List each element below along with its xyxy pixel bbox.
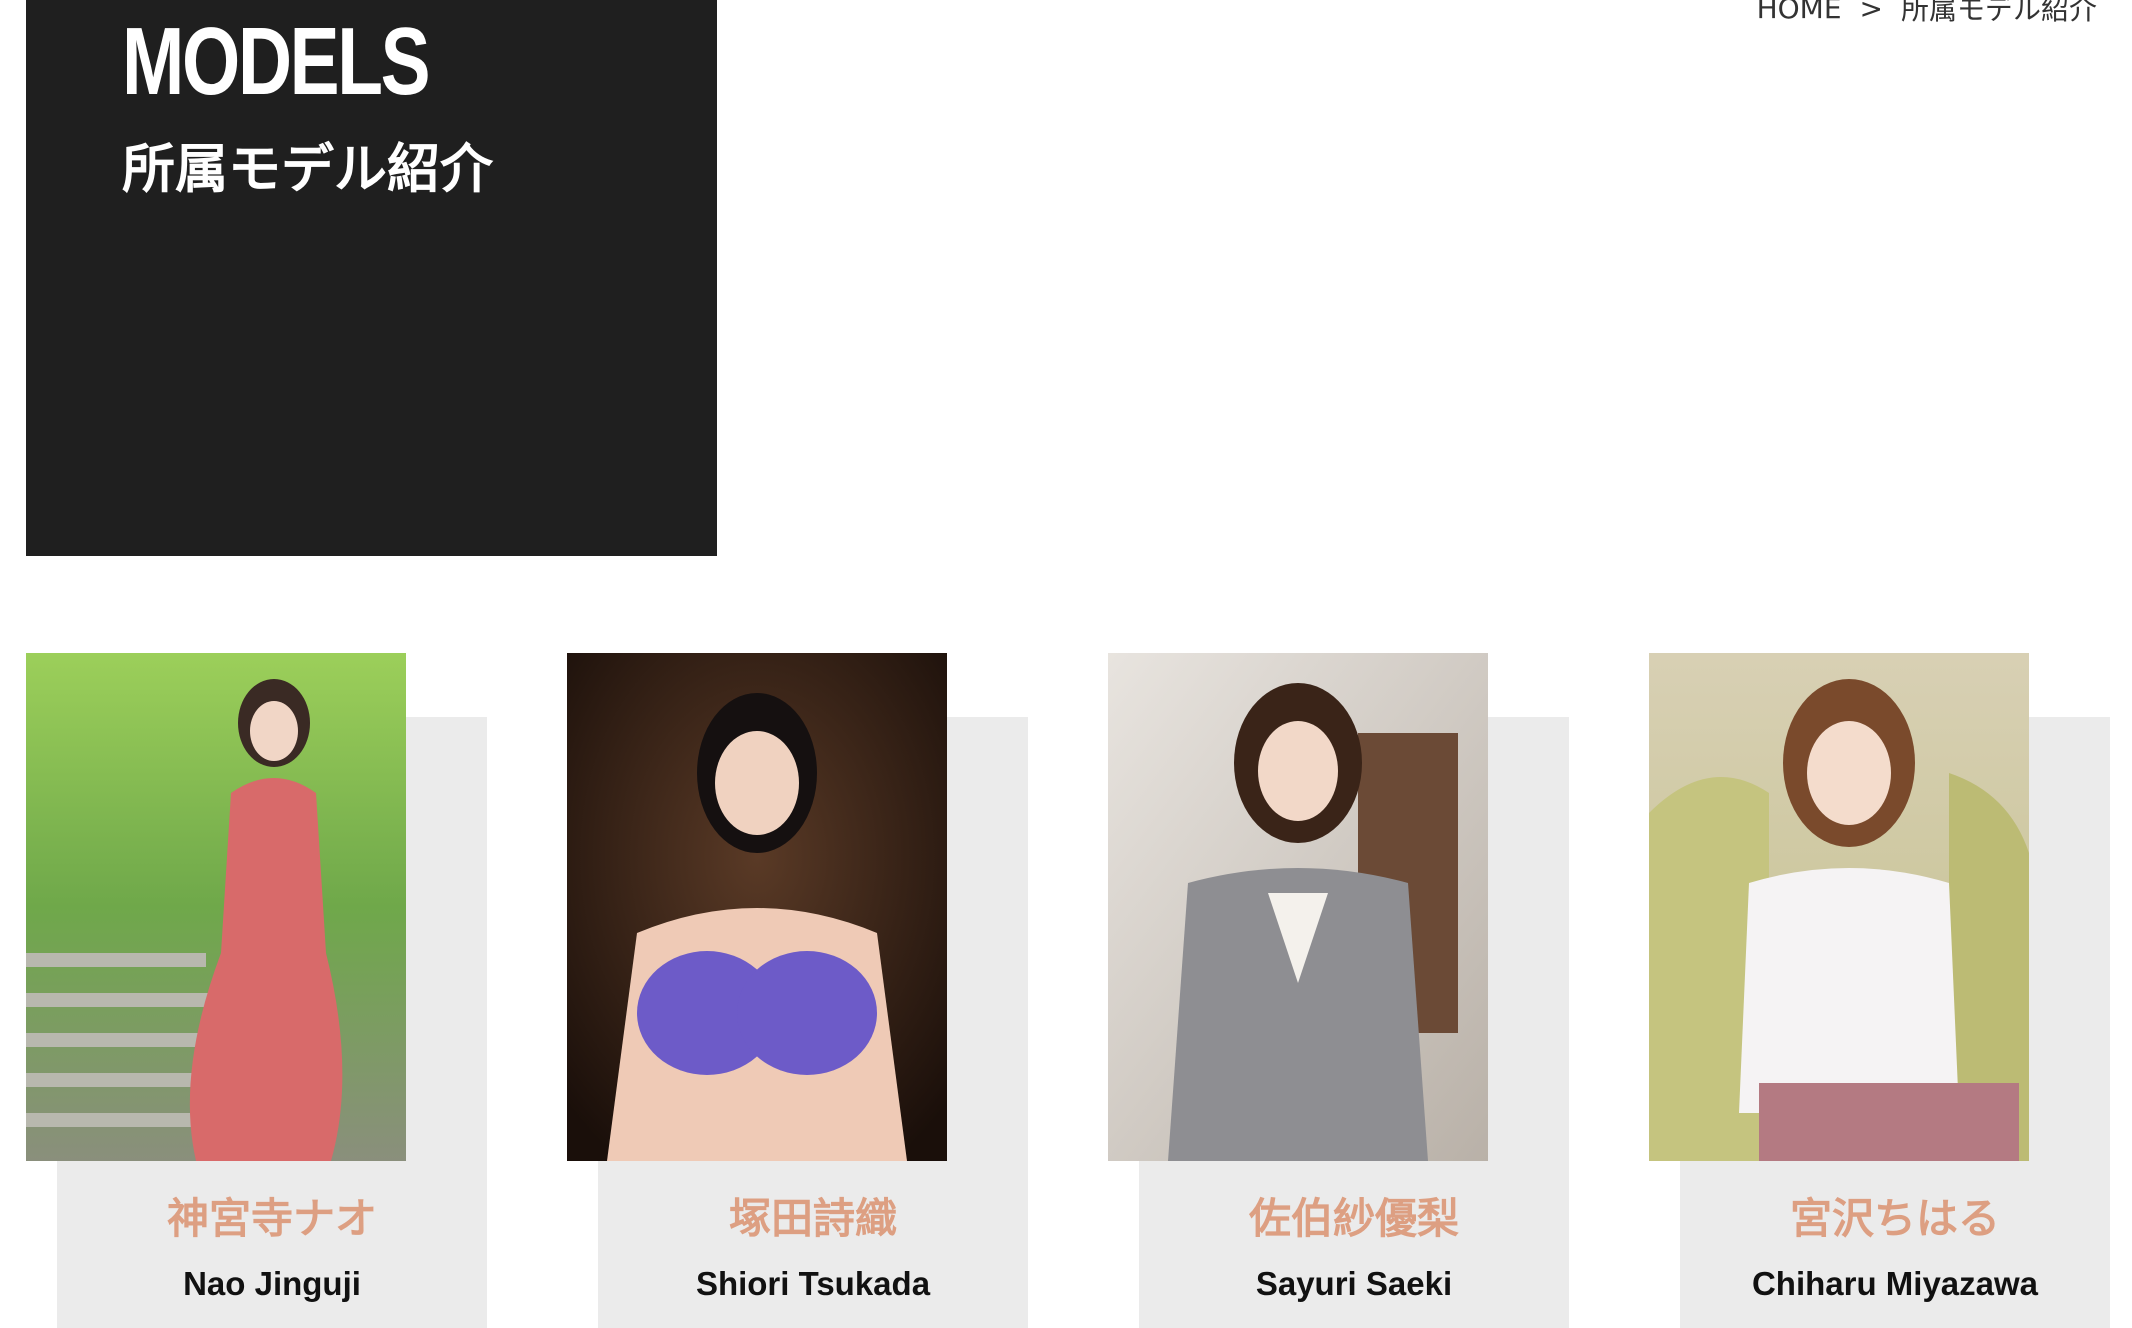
model-photo-image	[567, 653, 947, 1161]
breadcrumb-current: 所属モデル紹介	[1900, 0, 2097, 26]
model-photo[interactable]	[1108, 653, 1488, 1161]
model-card-1[interactable]: 神宮寺ナオ Nao Jinguji	[26, 653, 487, 1328]
model-name-ja[interactable]: 神宮寺ナオ	[57, 1185, 487, 1246]
breadcrumb-separator: >	[1859, 0, 1883, 25]
model-card-4[interactable]: 宮沢ちはる Chiharu Miyazawa	[1649, 653, 2110, 1328]
page-title: MODELS	[122, 8, 431, 115]
model-card-3[interactable]: 佐伯紗優梨 Sayuri Saeki	[1108, 653, 1569, 1328]
model-name-ja[interactable]: 佐伯紗優梨	[1139, 1185, 1569, 1246]
model-card-2[interactable]: 塚田詩織 Shiori Tsukada	[567, 653, 1028, 1328]
model-name-en[interactable]: Sayuri Saeki	[1139, 1265, 1569, 1303]
model-name-en[interactable]: Chiharu Miyazawa	[1680, 1265, 2110, 1303]
page-subtitle: 所属モデル紹介	[122, 139, 493, 200]
breadcrumb-home-link[interactable]: HOME	[1757, 0, 1842, 25]
model-name-ja[interactable]: 宮沢ちはる	[1680, 1185, 2110, 1246]
model-photo-image	[1108, 653, 1488, 1161]
page: MODELS 所属モデル紹介 HOME > 所属モデル紹介 神宮寺ナオ Nao …	[0, 0, 2132, 1328]
model-name-en[interactable]: Shiori Tsukada	[598, 1265, 1028, 1303]
model-photo[interactable]	[26, 653, 406, 1161]
model-name-ja[interactable]: 塚田詩織	[598, 1185, 1028, 1246]
breadcrumb: HOME > 所属モデル紹介	[1757, 0, 2097, 28]
model-photo-image	[26, 653, 406, 1161]
hero-banner: MODELS 所属モデル紹介	[26, 0, 717, 556]
model-photo[interactable]	[1649, 653, 2029, 1161]
model-name-en[interactable]: Nao Jinguji	[57, 1265, 487, 1303]
model-photo[interactable]	[567, 653, 947, 1161]
model-photo-image	[1649, 653, 2029, 1161]
